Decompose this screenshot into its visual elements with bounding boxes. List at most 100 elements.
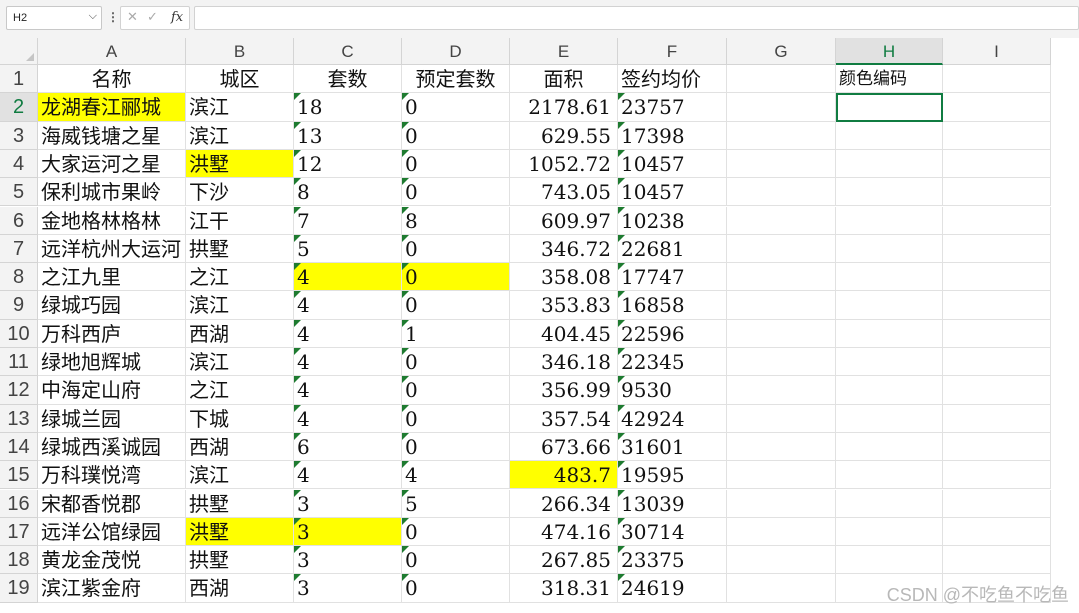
name-box[interactable]: H2 ⌵ [6,6,102,30]
cell-b7[interactable]: 拱墅 [186,234,294,264]
cell-g19[interactable] [727,574,836,603]
cell-h18[interactable] [836,546,943,575]
cell-f8[interactable]: 17747 [618,263,727,292]
cell-g3[interactable] [727,121,836,150]
cell-d14[interactable]: 0 [402,432,510,462]
cell-a19[interactable]: 滨江紫金府 [38,574,186,603]
cell-b19[interactable]: 西湖 [186,574,294,603]
cell-a9[interactable]: 绿城巧园 [38,291,186,320]
cell-d8[interactable]: 0 [402,263,510,292]
cell-h8[interactable] [836,263,943,292]
cell-b11[interactable]: 滨江 [186,348,294,377]
cell-c11[interactable]: 4 [294,348,402,377]
cell-f3[interactable]: 17398 [618,121,727,150]
cell-d17[interactable]: 0 [402,517,510,547]
cell-c13[interactable]: 4 [294,404,402,433]
cell-c19[interactable]: 3 [294,574,402,603]
cell-f15[interactable]: 19595 [618,461,727,490]
row-header-11[interactable]: 11 [0,348,38,377]
row-header-7[interactable]: 7 [0,234,38,264]
cell-h7[interactable] [836,234,943,264]
cell-i15[interactable] [943,461,1051,490]
cell-d9[interactable]: 0 [402,291,510,320]
row-header-19[interactable]: 19 [0,574,38,603]
column-header-h[interactable]: H [836,38,943,65]
cell-a13[interactable]: 绿城兰园 [38,404,186,433]
cell-c17[interactable]: 3 [294,517,402,547]
cell-e13[interactable]: 357.54 [510,404,618,433]
cell-e18[interactable]: 267.85 [510,546,618,575]
cell-c5[interactable]: 8 [294,178,402,207]
cell-a1[interactable]: 名称 [38,65,186,94]
cell-i11[interactable] [943,348,1051,377]
cell-c15[interactable]: 4 [294,461,402,490]
cell-a11[interactable]: 绿地旭辉城 [38,348,186,377]
cell-g14[interactable] [727,432,836,462]
cell-i16[interactable] [943,489,1051,518]
cell-f1[interactable]: 签约均价 [618,65,727,94]
column-header-d[interactable]: D [402,38,510,65]
cell-g4[interactable] [727,149,836,179]
cell-a6[interactable]: 金地格林格林 [38,206,186,235]
cell-h11[interactable] [836,348,943,377]
cell-e1[interactable]: 面积 [510,65,618,94]
cell-c3[interactable]: 13 [294,121,402,150]
cell-b16[interactable]: 拱墅 [186,489,294,518]
cell-g15[interactable] [727,461,836,490]
formula-input[interactable] [194,6,1079,30]
cancel-icon[interactable]: ✕ [127,10,138,25]
cell-d1[interactable]: 预定套数 [402,65,510,94]
cell-h1[interactable]: 颜色编码 [836,65,943,94]
cell-g7[interactable] [727,234,836,264]
cell-g1[interactable] [727,65,836,94]
cell-i6[interactable] [943,206,1051,235]
row-header-8[interactable]: 8 [0,263,38,292]
cell-i12[interactable] [943,376,1051,405]
cell-f13[interactable]: 42924 [618,404,727,433]
column-header-i[interactable]: I [943,38,1051,65]
cell-i13[interactable] [943,404,1051,433]
cell-a14[interactable]: 绿城西溪诚园 [38,432,186,462]
cell-d7[interactable]: 0 [402,234,510,264]
cell-e10[interactable]: 404.45 [510,319,618,348]
cell-g6[interactable] [727,206,836,235]
cell-b1[interactable]: 城区 [186,65,294,94]
cell-d15[interactable]: 4 [402,461,510,490]
cell-a8[interactable]: 之江九里 [38,263,186,292]
cell-e4[interactable]: 1052.72 [510,149,618,179]
cell-c6[interactable]: 7 [294,206,402,235]
row-header-6[interactable]: 6 [0,206,38,235]
row-header-3[interactable]: 3 [0,121,38,150]
cell-d19[interactable]: 0 [402,574,510,603]
cell-a3[interactable]: 海威钱塘之星 [38,121,186,150]
cell-c10[interactable]: 4 [294,319,402,348]
cell-e19[interactable]: 318.31 [510,574,618,603]
row-header-16[interactable]: 16 [0,489,38,518]
cell-f6[interactable]: 10238 [618,206,727,235]
chevron-down-icon[interactable]: ⌵ [89,10,97,23]
cell-e16[interactable]: 266.34 [510,489,618,518]
cell-h5[interactable] [836,178,943,207]
cell-e5[interactable]: 743.05 [510,178,618,207]
cell-a18[interactable]: 黄龙金茂悦 [38,546,186,575]
cell-g9[interactable] [727,291,836,320]
cell-i4[interactable] [943,149,1051,179]
row-header-14[interactable]: 14 [0,432,38,462]
cell-b4[interactable]: 洪墅 [186,149,294,179]
column-header-g[interactable]: G [727,38,836,65]
cell-h6[interactable] [836,206,943,235]
cell-c7[interactable]: 5 [294,234,402,264]
enter-icon[interactable]: ✓ [147,10,158,25]
cell-g5[interactable] [727,178,836,207]
cell-c16[interactable]: 3 [294,489,402,518]
cell-e6[interactable]: 609.97 [510,206,618,235]
cell-f16[interactable]: 13039 [618,489,727,518]
cell-e9[interactable]: 353.83 [510,291,618,320]
select-all-corner[interactable] [0,38,38,65]
cell-a7[interactable]: 远洋杭州大运河 [38,234,186,264]
cell-b3[interactable]: 滨江 [186,121,294,150]
cell-b17[interactable]: 洪墅 [186,517,294,547]
cell-a5[interactable]: 保利城市果岭 [38,178,186,207]
cell-b12[interactable]: 之江 [186,376,294,405]
cell-d12[interactable]: 0 [402,376,510,405]
